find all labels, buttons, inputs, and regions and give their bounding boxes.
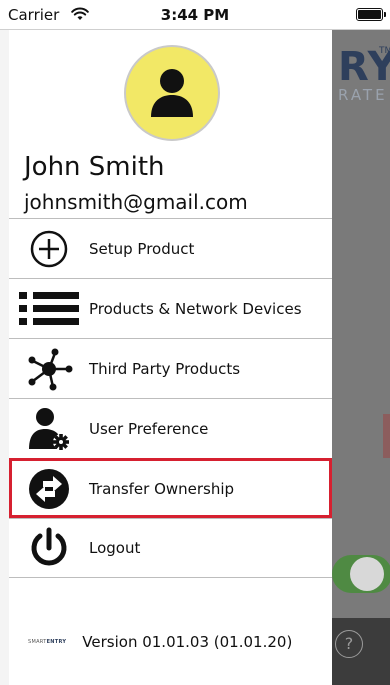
person-icon xyxy=(151,69,193,117)
transfer-arrows-icon xyxy=(9,459,89,519)
menu-label: User Preference xyxy=(89,419,209,438)
menu-item-transfer-ownership[interactable]: Transfer Ownership xyxy=(9,458,332,518)
smartentry-logo: SMARTENTRY xyxy=(28,639,67,645)
power-icon xyxy=(9,518,89,578)
background-red-element xyxy=(383,414,390,458)
trademark-mark: TM xyxy=(379,46,390,56)
menu-label: Products & Network Devices xyxy=(89,299,302,318)
menu-label: Setup Product xyxy=(89,239,195,258)
menu-item-logout[interactable]: Logout xyxy=(9,518,332,578)
help-icon: ? xyxy=(344,634,354,653)
battery-tip xyxy=(384,12,386,17)
toggle-knob xyxy=(350,557,384,591)
clock-time: 3:44 PM xyxy=(160,6,230,24)
menu-item-setup-product[interactable]: Setup Product xyxy=(9,218,332,278)
battery-icon xyxy=(356,8,383,21)
menu-label: Third Party Products xyxy=(89,359,241,378)
version-label: Version 01.01.03 (01.01.20) xyxy=(82,633,293,651)
avatar[interactable] xyxy=(124,45,220,141)
side-drawer: John Smith johnsmith@gmail.com Setup Pro… xyxy=(0,30,332,685)
menu-item-user-preference[interactable]: User Preference xyxy=(9,398,332,458)
menu-label: Logout xyxy=(89,539,141,557)
user-name: John Smith xyxy=(24,152,165,182)
plus-circle-icon xyxy=(9,219,89,279)
drawer-menu: Setup Product Products & Network Devices xyxy=(9,218,332,578)
menu-item-products-network-devices[interactable]: Products & Network Devices xyxy=(9,278,332,338)
user-gear-icon xyxy=(9,399,89,459)
list-icon xyxy=(9,279,89,339)
brand-subtitle: RATE xyxy=(338,86,388,104)
status-bar: Carrier 3:44 PM xyxy=(0,0,390,30)
user-email: johnsmith@gmail.com xyxy=(24,190,248,214)
menu-label: Transfer Ownership xyxy=(89,479,235,498)
network-nodes-icon xyxy=(9,339,89,399)
menu-item-third-party-products[interactable]: Third Party Products xyxy=(9,338,332,398)
help-button[interactable]: ? xyxy=(335,630,363,658)
version-footer: SMARTENTRY Version 01.01.03 (01.01.20) xyxy=(9,627,332,657)
